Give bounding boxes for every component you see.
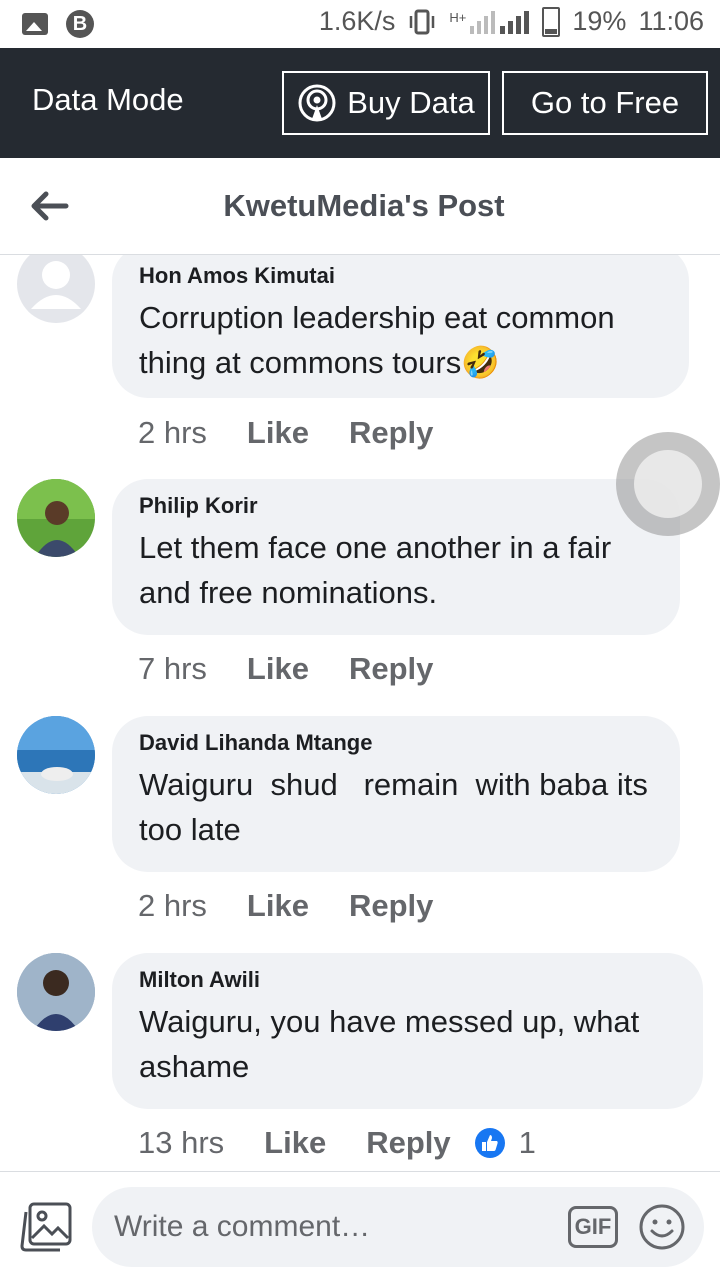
comment-author[interactable]: Milton Awili [139,967,679,993]
comment-actions: 7 hrs Like Reply [138,651,473,687]
reply-button[interactable]: Reply [349,651,433,687]
comment-bubble[interactable]: Philip Korir Let them face one another i… [112,479,680,635]
comment-author[interactable]: Hon Amos Kimutai [139,263,665,289]
comment-text: Corruption leadership eat common thing a… [139,300,615,380]
like-button[interactable]: Like [247,651,309,687]
comment-bubble[interactable]: Milton Awili Waiguru, you have messed up… [112,953,703,1109]
post-header: KwetuMedia's Post [0,158,720,255]
vibrate-icon [410,9,435,34]
buy-data-button[interactable]: Buy Data [282,71,490,135]
avatar-david-lihanda-mtange[interactable] [17,716,95,794]
clock: 11:06 [638,6,704,36]
photo-icon[interactable] [20,1202,72,1252]
comment-list[interactable]: Hon Amos Kimutai Corruption leadership e… [0,255,720,1170]
signal-icon-1 [470,10,496,34]
avatar-milton-awili[interactable] [17,953,95,1031]
reply-button[interactable]: Reply [366,1125,450,1161]
gif-button[interactable]: GIF [568,1206,618,1248]
comment-time: 2 hrs [138,415,207,450]
like-button[interactable]: Like [247,415,309,451]
network-speed: 1.6K/s [318,6,396,36]
b-app-notification-icon: B [66,10,94,38]
comment-actions: 13 hrs Like Reply 1 [138,1125,536,1161]
emoji-icon[interactable] [638,1203,686,1251]
reply-button[interactable]: Reply [349,888,433,924]
comment-time: 7 hrs [138,651,207,686]
battery-icon [542,6,561,37]
reaction-count: 1 [518,1125,536,1160]
like-button[interactable]: Like [247,888,309,924]
rolling-laughing-emoji: 🤣 [461,345,500,380]
comment-time: 13 hrs [138,1125,225,1160]
battery-level: 19% [572,6,627,36]
comment-bubble[interactable]: David Lihanda Mtange Waiguru shud remain… [112,716,680,872]
comment-text: Waiguru, you have messed up, what ashame [139,1004,640,1084]
reply-button[interactable]: Reply [349,415,433,451]
comment-text: Waiguru shud remain with baba its too la… [139,767,657,847]
comment-bubble[interactable]: Hon Amos Kimutai Corruption leadership e… [112,255,689,398]
thumbs-up-icon [474,1128,505,1158]
reaction-summary[interactable]: 1 [474,1125,536,1161]
go-to-free-button[interactable]: Go to Free [502,71,708,135]
like-button[interactable]: Like [264,1125,326,1161]
gallery-notification-icon [22,13,48,35]
network-type: H+ [449,9,467,25]
status-bar: B 1.6K/s H+ 19% 11:06 [0,0,720,48]
data-mode-label: Data Mode [32,82,184,117]
avatar-placeholder[interactable] [17,255,95,323]
comment-text: Let them face one another in a fair and … [139,530,612,610]
signal-icon-2 [500,10,530,34]
floating-touch-button[interactable] [616,432,720,536]
avatar-philip-korir[interactable] [17,479,95,557]
comment-placeholder: Write a comment… [114,1210,371,1243]
page-title: KwetuMedia's Post [223,188,505,223]
comment-actions: 2 hrs Like Reply [138,415,473,451]
broadcast-icon [298,84,336,122]
buy-data-label: Buy Data [347,85,475,120]
comment-author[interactable]: Philip Korir [139,493,656,519]
comment-time: 2 hrs [138,888,207,923]
comment-author[interactable]: David Lihanda Mtange [139,730,656,756]
data-mode-bar: Data Mode Buy Data Go to Free [0,48,720,158]
comment-actions: 2 hrs Like Reply [138,888,473,924]
